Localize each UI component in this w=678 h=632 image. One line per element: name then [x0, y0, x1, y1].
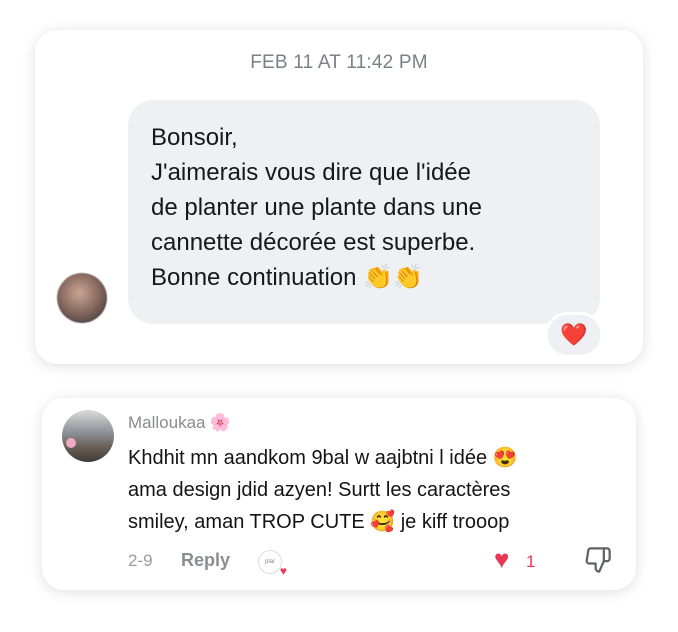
reply-button[interactable]: Reply [181, 550, 230, 571]
username-text: Malloukaa [128, 413, 206, 432]
comment-card: Malloukaa 🌸 Khdhit mn aandkom 9bal w aajb… [42, 398, 636, 590]
sender-avatar[interactable] [57, 273, 107, 323]
comment-text: Khdhit mn aandkom 9bal w aajbtni l idée … [128, 447, 518, 533]
heart-reaction-icon[interactable]: ❤️ [545, 312, 603, 358]
message-text: Bonsoir, J'aimerais vous dire que l'idée… [151, 124, 482, 291]
cherry-blossom-icon: 🌸 [209, 413, 231, 432]
heart-filled-icon[interactable]: ♥ [494, 546, 509, 572]
creator-badge-text: plar [264, 559, 275, 565]
creator-liked-badge: plar ♥ [258, 550, 287, 577]
commenter-avatar[interactable] [62, 410, 114, 462]
message-timestamp: FEB 11 AT 11:42 PM [250, 52, 428, 73]
message-card: FEB 11 AT 11:42 PM Bonsoir, J'aimerais v… [35, 30, 643, 364]
commenter-username[interactable]: Malloukaa 🌸 [128, 413, 231, 433]
mini-heart-icon: ♥ [279, 564, 287, 578]
like-count: 1 [526, 552, 536, 571]
thumbs-down-icon[interactable] [584, 546, 612, 574]
message-bubble[interactable]: Bonsoir, J'aimerais vous dire que l'idée… [128, 100, 600, 324]
comment-date: 2-9 [128, 551, 153, 570]
